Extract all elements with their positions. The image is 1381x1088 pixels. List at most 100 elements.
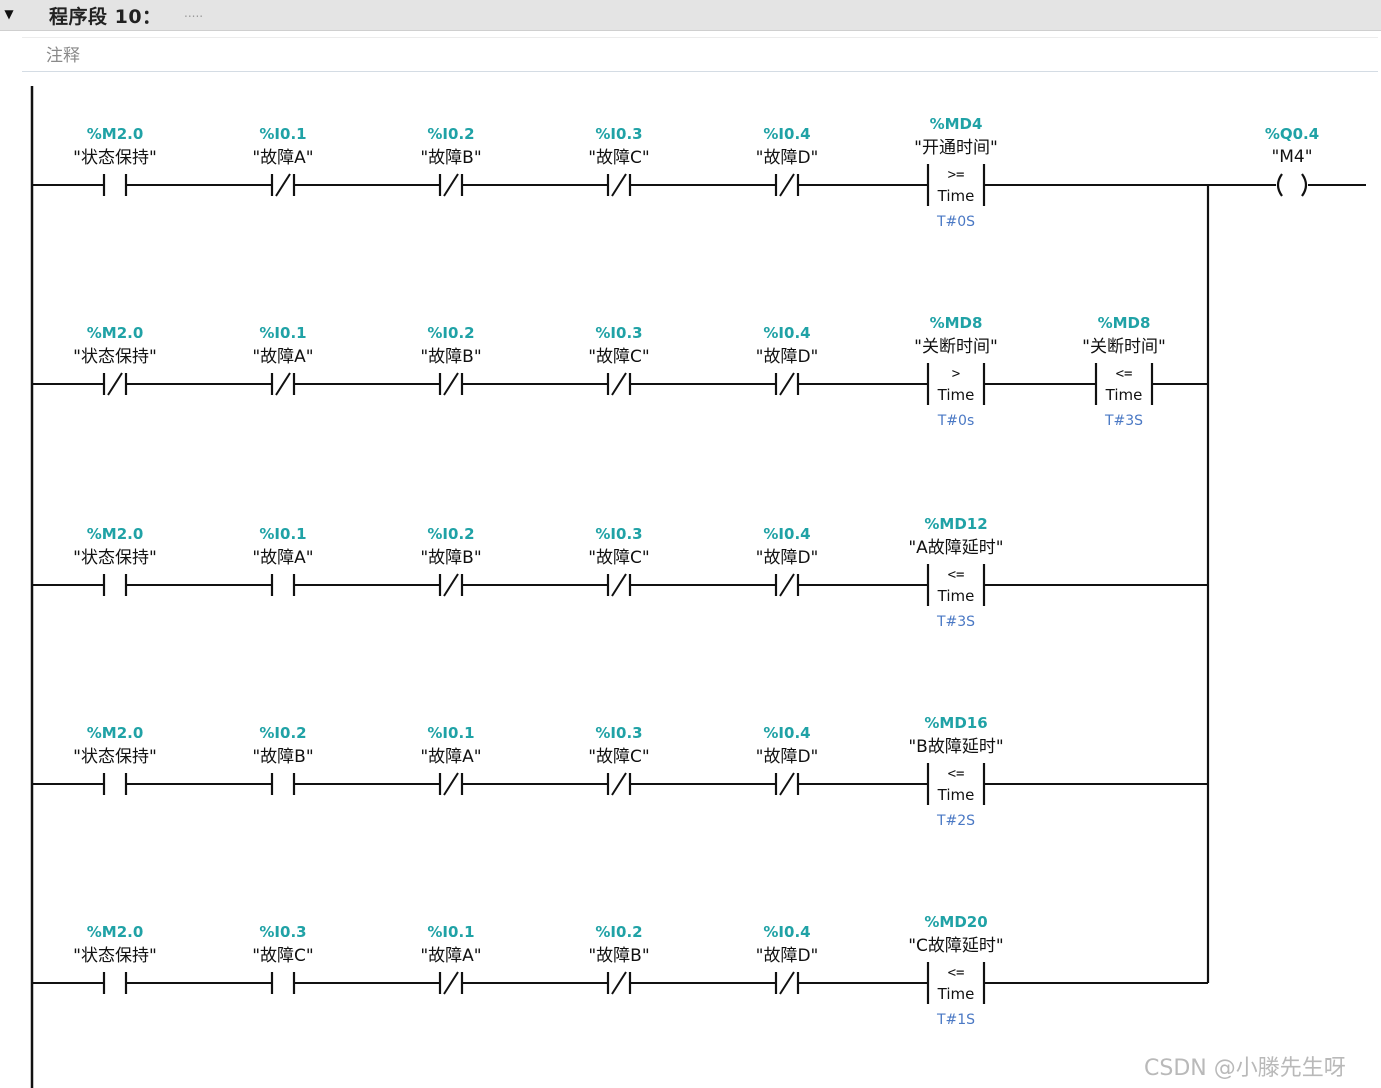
contact-tag-name: "故障D" [756, 946, 819, 966]
contact-tag-name: "故障D" [756, 347, 819, 367]
compare-box[interactable]: %MD8 "关断时间" <= Time T#3S [1082, 314, 1166, 429]
rung-2: %M2.0 "状态保持" %I0.1 "故障A" %I0.2 "故障B" %I0.3 "故障C… [32, 314, 1208, 429]
contact-address: %I0.4 [763, 125, 810, 143]
compare-address: %MD16 [924, 714, 987, 732]
compare-tag-name: "开通时间" [914, 138, 998, 158]
contact-tag-name: "故障D" [756, 148, 819, 168]
compare-value: T#2S [936, 813, 975, 829]
contact-address: %I0.1 [259, 525, 306, 543]
contact-tag-name: "故障B" [588, 946, 649, 966]
compare-operator: <= [948, 567, 965, 583]
compare-data-type: Time [937, 386, 975, 404]
compare-data-type: Time [1105, 386, 1143, 404]
contact-tag-name: "故障B" [420, 347, 481, 367]
contact-tag-name: "故障A" [420, 747, 481, 767]
contact-tag-name: "故障D" [756, 747, 819, 767]
contact-tag-name: "故障C" [588, 747, 650, 767]
rung-4: %M2.0 "状态保持" %I0.2 "故障B" %I0.1 "故障A" %I0.3 "故障C… [32, 714, 1208, 829]
contact-tag-name: "状态保持" [73, 946, 157, 966]
rung-5: %M2.0 "状态保持" %I0.3 "故障C" %I0.1 "故障A" %I0.2 "故障B… [32, 913, 1208, 1028]
contact-address: %I0.4 [763, 724, 810, 742]
compare-box[interactable]: %MD16 "B故障延时" <= Time T#2S [908, 714, 1003, 829]
compare-value: T#3S [936, 614, 975, 630]
contact-gap [104, 781, 126, 787]
compare-value: T#3S [1104, 413, 1143, 429]
compare-box[interactable]: %MD12 "A故障延时" <= Time T#3S [908, 515, 1003, 630]
contact-tag-name: "故障B" [252, 747, 313, 767]
contact-address: %I0.1 [259, 324, 306, 342]
compare-data-type: Time [937, 187, 975, 205]
rung-3: %M2.0 "状态保持" %I0.1 "故障A" %I0.2 "故障B" %I0.3 "故障C… [32, 515, 1208, 630]
contact-tag-name: "故障B" [420, 548, 481, 568]
contact-address: %I0.1 [427, 923, 474, 941]
contact-gap [272, 980, 294, 986]
ladder-diagram: %M2.0 "状态保持" %I0.1 "故障A" %I0.2 "故障B" %I0.3 "故障C… [30, 86, 1366, 1088]
coil-address: %Q0.4 [1265, 125, 1319, 143]
contact-tag-name: "状态保持" [73, 148, 157, 168]
compare-box[interactable]: %MD4 "开通时间" >= Time T#0S [914, 115, 998, 230]
contact-gap [272, 781, 294, 787]
compare-tag-name: "A故障延时" [908, 538, 1003, 558]
contact-address: %M2.0 [87, 324, 144, 342]
compare-value: T#1S [936, 1012, 975, 1028]
contact-address: %M2.0 [87, 125, 144, 143]
contact-tag-name: "状态保持" [73, 747, 157, 767]
contact-tag-name: "故障A" [252, 148, 313, 168]
compare-address: %MD12 [924, 515, 987, 533]
compare-tag-name: "关断时间" [914, 337, 998, 357]
contact-gap [104, 182, 126, 188]
compare-address: %MD20 [924, 913, 987, 931]
contact-address: %I0.2 [427, 525, 474, 543]
compare-data-type: Time [937, 786, 975, 804]
compare-data-type: Time [937, 985, 975, 1003]
contact-tag-name: "故障A" [420, 946, 481, 966]
contact-address: %I0.3 [259, 923, 306, 941]
contact-tag-name: "故障C" [588, 548, 650, 568]
contact-address: %I0.2 [595, 923, 642, 941]
compare-box[interactable]: %MD8 "关断时间" > Time T#0s [914, 314, 998, 429]
contact-address: %I0.4 [763, 923, 810, 941]
compare-data-type: Time [937, 587, 975, 605]
compare-box[interactable]: %MD20 "C故障延时" <= Time T#1S [908, 913, 1004, 1028]
contact-gap [104, 582, 126, 588]
compare-address: %MD4 [930, 115, 983, 133]
compare-operator: <= [948, 965, 965, 981]
contact-tag-name: "故障C" [252, 946, 314, 966]
contact-gap [272, 582, 294, 588]
contact-address: %I0.2 [259, 724, 306, 742]
contact-tag-name: "故障D" [756, 548, 819, 568]
contact-address: %I0.3 [595, 724, 642, 742]
compare-operator: <= [1116, 366, 1133, 382]
compare-tag-name: "关断时间" [1082, 337, 1166, 357]
compare-tag-name: "C故障延时" [908, 936, 1004, 956]
rung-1: %M2.0 "状态保持" %I0.1 "故障A" %I0.2 "故障B" %I0.3 "故障C… [32, 115, 1208, 230]
compare-operator: >= [948, 167, 965, 183]
contact-address: %I0.4 [763, 324, 810, 342]
contact-address: %I0.4 [763, 525, 810, 543]
compare-operator: <= [948, 766, 965, 782]
contact-address: %M2.0 [87, 923, 144, 941]
compare-address: %MD8 [930, 314, 983, 332]
contact-tag-name: "故障A" [252, 548, 313, 568]
coil-tag-name: "M4" [1271, 147, 1312, 167]
contact-address: %I0.3 [595, 525, 642, 543]
contact-tag-name: "故障C" [588, 148, 650, 168]
compare-operator: > [952, 366, 960, 382]
contact-address: %M2.0 [87, 525, 144, 543]
contact-tag-name: "故障C" [588, 347, 650, 367]
contact-tag-name: "故障A" [252, 347, 313, 367]
compare-value: T#0s [937, 413, 974, 429]
contact-address: %I0.1 [259, 125, 306, 143]
contact-address: %I0.1 [427, 724, 474, 742]
contact-address: %I0.3 [595, 125, 642, 143]
contact-tag-name: "状态保持" [73, 347, 157, 367]
contact-address: %I0.3 [595, 324, 642, 342]
output-coil[interactable]: %Q0.4 "M4" [1265, 125, 1319, 197]
compare-address: %MD8 [1098, 314, 1151, 332]
compare-tag-name: "B故障延时" [908, 737, 1003, 757]
contact-address: %M2.0 [87, 724, 144, 742]
contact-gap [104, 980, 126, 986]
contact-tag-name: "故障B" [420, 148, 481, 168]
contact-address: %I0.2 [427, 324, 474, 342]
compare-value: T#0S [936, 214, 975, 230]
